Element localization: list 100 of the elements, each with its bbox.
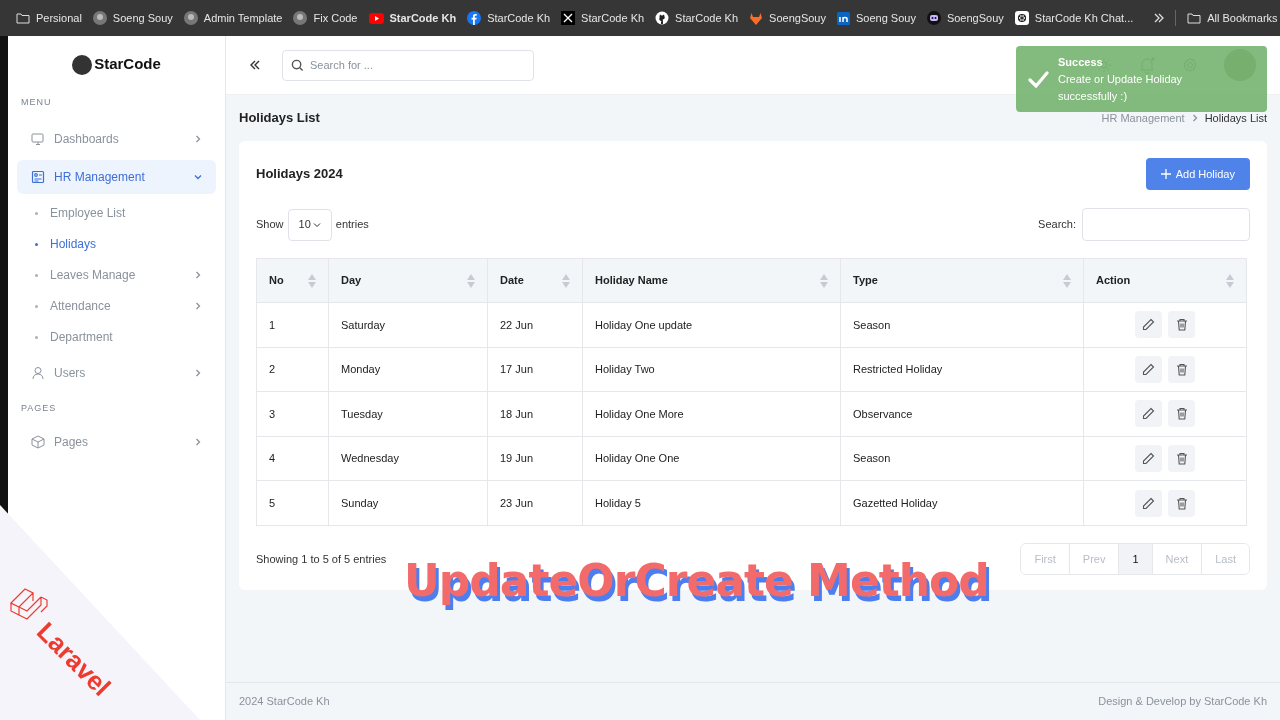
bookmark-item[interactable]: SoengSouy [749, 9, 826, 27]
edit-button[interactable] [1135, 355, 1162, 383]
sort-icon [562, 272, 570, 289]
caret-icon [312, 220, 321, 229]
bookmark-item[interactable]: StarCode Kh Chat... [1014, 9, 1134, 27]
chevron-right-icon [194, 134, 202, 143]
chevron-double-icon[interactable] [1154, 13, 1165, 23]
bookmark-item[interactable]: StarCode Kh [561, 9, 645, 27]
table-cell: Saturday [328, 302, 488, 348]
table-cell: Observance [840, 391, 1084, 437]
table-cell: Gazetted Holiday [840, 480, 1084, 526]
bullet-icon [35, 273, 38, 277]
bookmark-item[interactable]: StarCode Kh [467, 9, 551, 27]
section-heading: MENU [20, 96, 53, 109]
edit-button[interactable] [1135, 445, 1162, 473]
table-cell: Sunday [328, 480, 488, 526]
avatar-icon [183, 11, 198, 25]
trash-icon [1175, 452, 1188, 466]
table-cell: 23 Jun [487, 480, 583, 526]
page-size-select[interactable]: 10 [287, 208, 332, 241]
show-label: Show [256, 217, 284, 233]
table-cell: 19 Jun [487, 436, 583, 481]
pagination-button[interactable]: 1 [1118, 543, 1152, 574]
column-header[interactable]: Action [1083, 258, 1247, 303]
footer-credit: Design & Develop by StarCode Kh [1098, 694, 1267, 710]
table-cell: 1 [256, 302, 329, 348]
trash-icon [1175, 407, 1188, 421]
search-icon [291, 58, 304, 72]
x-icon [561, 11, 576, 25]
table-cell: Holiday One More [582, 391, 841, 437]
plus-icon [1160, 169, 1171, 179]
pencil-icon [1142, 407, 1155, 421]
bookmark-item[interactable]: Persional [16, 9, 82, 27]
sort-icon [1226, 272, 1234, 289]
submenu-item[interactable]: Holidays [17, 228, 216, 260]
sort-icon [820, 272, 828, 289]
bookmark-item[interactable]: Soeng Souy [836, 9, 916, 27]
chevron-down-icon [194, 172, 202, 181]
linkedin-icon [836, 11, 850, 25]
table-cell: Wednesday [328, 436, 488, 481]
delete-button[interactable] [1168, 400, 1195, 428]
fox-icon [749, 11, 764, 25]
cube-icon [31, 435, 45, 449]
bookmark-item[interactable]: Soeng Souy [92, 9, 173, 27]
bookmark-item[interactable]: Admin Template [183, 9, 283, 27]
monitor-icon [31, 131, 45, 146]
table-cell: Restricted Holiday [840, 347, 1084, 392]
logo-avatar [72, 54, 93, 75]
search-field[interactable]: Search for ... [282, 49, 534, 81]
delete-button[interactable] [1168, 311, 1195, 339]
avatar-icon [293, 11, 308, 25]
delete-button[interactable] [1168, 445, 1195, 473]
sidebar-item[interactable]: HR Management [17, 159, 216, 194]
robot-icon [926, 11, 941, 25]
toast-message: Create or Update Holiday successfully :) [1058, 71, 1184, 104]
page-title: Holidays List [239, 109, 320, 128]
breadcrumb-item: Holidays List [1204, 110, 1267, 126]
folder-icon [16, 12, 30, 24]
all-bookmarks-item[interactable]: All Bookmarks [1187, 9, 1278, 27]
toast-title: Success [1058, 54, 1103, 70]
column-header[interactable]: Holiday Name [582, 258, 841, 303]
column-header[interactable]: Type [840, 258, 1084, 303]
trash-icon [1175, 496, 1188, 510]
bullet-icon [35, 335, 38, 339]
table-cell: Holiday One update [582, 302, 841, 348]
card-title: Holidays 2024 [256, 165, 343, 184]
bullet-icon [35, 211, 38, 215]
trash-icon [1175, 318, 1188, 332]
facebook-icon [467, 11, 482, 25]
github-icon [655, 11, 670, 25]
pencil-icon [1142, 452, 1155, 466]
table-cell: Season [840, 302, 1084, 348]
sort-icon [308, 272, 316, 289]
bookmark-item[interactable]: StarCode Kh [368, 9, 457, 27]
table-cell: 3 [256, 391, 329, 437]
edit-button[interactable] [1135, 400, 1162, 428]
table-cell: 18 Jun [487, 391, 583, 437]
pencil-icon [1142, 496, 1155, 510]
chevron-right-icon [194, 368, 202, 377]
add-holiday-button[interactable]: Add Holiday [1145, 158, 1250, 190]
column-header[interactable]: Day [328, 258, 488, 303]
sort-icon [1063, 272, 1071, 289]
column-header[interactable]: Date [487, 258, 583, 303]
logo-text[interactable]: StarCode [94, 53, 161, 76]
collapse-icon[interactable] [248, 58, 262, 72]
delete-button[interactable] [1168, 355, 1195, 383]
bookmark-item[interactable]: Fix Code [293, 9, 358, 27]
table-cell: Monday [328, 347, 488, 392]
edit-button[interactable] [1135, 311, 1162, 339]
folder-icon [1187, 12, 1202, 24]
table-cell: 22 Jun [487, 302, 583, 348]
bookmark-item[interactable]: StarCode Kh [655, 9, 739, 27]
column-header[interactable]: No [256, 258, 329, 303]
avatar-icon [92, 11, 107, 25]
bookmark-item[interactable]: SoengSouy [926, 9, 1004, 27]
trash-icon [1175, 362, 1188, 376]
edit-button[interactable] [1135, 489, 1162, 517]
user-icon [31, 365, 45, 380]
table-search-field[interactable] [1082, 208, 1250, 241]
delete-button[interactable] [1168, 489, 1195, 517]
